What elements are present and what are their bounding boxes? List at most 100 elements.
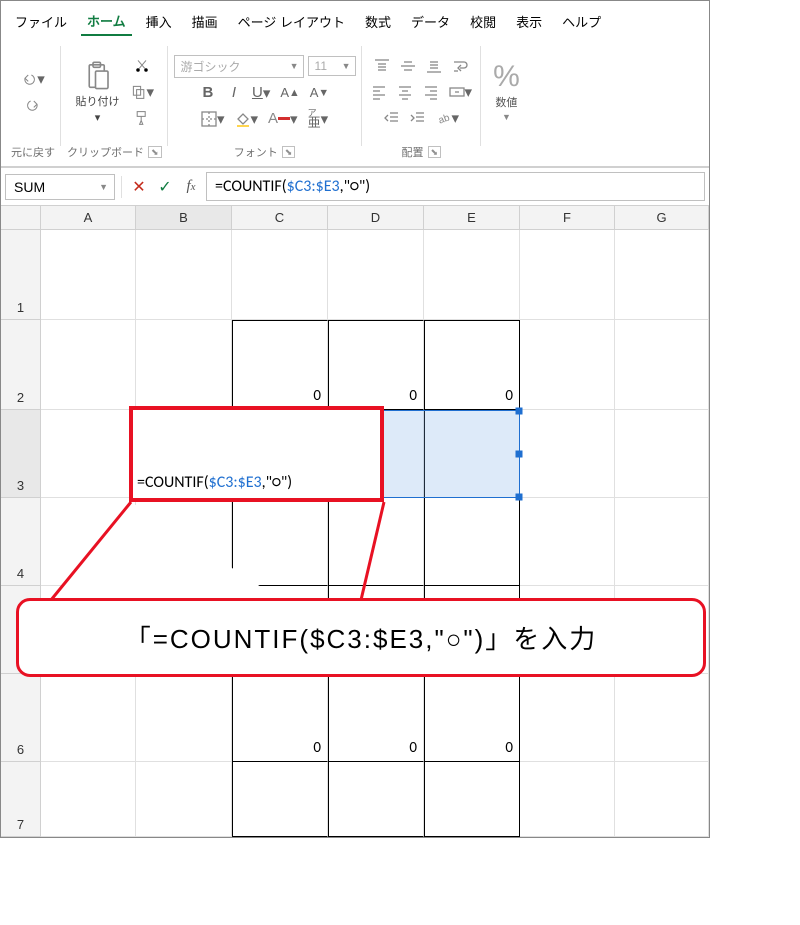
cell[interactable] — [41, 674, 136, 762]
borders-button[interactable]: ▾ — [198, 108, 228, 130]
cell[interactable] — [328, 762, 424, 837]
row-header[interactable]: 7 — [1, 762, 41, 837]
cell[interactable] — [615, 320, 709, 410]
cell[interactable] — [520, 230, 615, 320]
cell[interactable] — [520, 498, 615, 586]
font-name-select[interactable]: 游ゴシック▼ — [174, 55, 304, 78]
tab-file[interactable]: ファイル — [9, 8, 73, 35]
row-header[interactable]: 6 — [1, 674, 41, 762]
clipboard-launcher-icon[interactable]: ⬊ — [148, 146, 162, 158]
cell[interactable] — [615, 230, 709, 320]
alignment-launcher-icon[interactable]: ⬊ — [428, 146, 442, 158]
cell[interactable]: 0 — [424, 674, 520, 762]
cell[interactable] — [136, 230, 232, 320]
paste-button[interactable]: 貼り付け▾ — [72, 59, 124, 126]
row-header[interactable]: 1 — [1, 230, 41, 320]
cell[interactable] — [136, 498, 232, 586]
tab-draw[interactable]: 描画 — [186, 8, 224, 35]
col-header[interactable]: A — [41, 206, 136, 229]
align-bottom-button[interactable] — [423, 55, 445, 77]
cell[interactable] — [232, 498, 328, 586]
align-top-button[interactable] — [371, 55, 393, 77]
name-box[interactable]: SUM ▼ — [5, 174, 115, 200]
cell[interactable] — [328, 230, 424, 320]
formula-input[interactable]: =COUNTIF($C3:$E3,"○") — [206, 172, 705, 201]
align-middle-button[interactable] — [397, 55, 419, 77]
cell[interactable] — [615, 762, 709, 837]
cell[interactable] — [41, 230, 136, 320]
cell[interactable] — [424, 410, 520, 498]
select-all-corner[interactable] — [1, 206, 41, 230]
redo-button[interactable] — [22, 94, 44, 116]
accept-formula-button[interactable]: ✓ — [154, 176, 176, 198]
tab-formulas[interactable]: 数式 — [359, 8, 397, 35]
phonetic-button[interactable]: ア亜 ▾ — [305, 108, 332, 130]
cell[interactable]: 0 — [232, 674, 328, 762]
tab-insert[interactable]: 挿入 — [140, 8, 178, 35]
cell[interactable] — [41, 320, 136, 410]
cell[interactable]: 0 — [232, 320, 328, 410]
tab-review[interactable]: 校閲 — [464, 8, 502, 35]
cell[interactable]: 0 — [328, 320, 424, 410]
cell[interactable] — [328, 498, 424, 586]
cell[interactable]: 0 — [424, 320, 520, 410]
cell[interactable] — [232, 230, 328, 320]
cell[interactable] — [136, 320, 232, 410]
decrease-indent-button[interactable] — [381, 107, 403, 129]
tab-data[interactable]: データ — [405, 8, 456, 35]
cell[interactable] — [520, 762, 615, 837]
underline-button[interactable]: U ▾ — [249, 82, 273, 104]
italic-button[interactable]: I — [223, 82, 245, 104]
tab-home[interactable]: ホーム — [81, 7, 132, 36]
tab-layout[interactable]: ページ レイアウト — [232, 8, 351, 35]
align-right-button[interactable] — [420, 81, 442, 103]
cell[interactable] — [520, 674, 615, 762]
wrap-text-button[interactable] — [449, 55, 471, 77]
cell-edit-overlay[interactable]: =COUNTIF($C3:$E3,"○") — [129, 406, 384, 502]
number-format-button[interactable]: % 数値 ▼ — [487, 60, 526, 124]
cell[interactable] — [424, 762, 520, 837]
bold-button[interactable]: B — [197, 82, 219, 104]
tab-help[interactable]: ヘルプ — [556, 8, 607, 35]
decrease-font-button[interactable]: A▼ — [307, 82, 332, 104]
cell[interactable] — [520, 410, 615, 498]
worksheet[interactable]: A B C D E F G 1 2 3 4 5 6 7 — [1, 206, 709, 837]
font-color-button[interactable]: A ▾ — [265, 108, 301, 130]
cell[interactable] — [232, 762, 328, 837]
row-header[interactable]: 3 — [1, 410, 41, 498]
col-header[interactable]: F — [520, 206, 615, 229]
col-header[interactable]: B — [136, 206, 232, 229]
col-header[interactable]: D — [328, 206, 424, 229]
cell[interactable] — [520, 320, 615, 410]
fill-color-button[interactable]: ▾ — [232, 108, 262, 130]
cancel-formula-button[interactable]: ✕ — [128, 176, 150, 198]
align-left-button[interactable] — [368, 81, 390, 103]
cell[interactable] — [41, 410, 136, 498]
col-header[interactable]: C — [232, 206, 328, 229]
cell[interactable] — [615, 674, 709, 762]
orientation-button[interactable]: ab ▾ — [433, 107, 463, 129]
increase-indent-button[interactable] — [407, 107, 429, 129]
col-header[interactable]: G — [615, 206, 709, 229]
cells-area[interactable]: 0 0 0 — [41, 230, 709, 837]
cell[interactable] — [136, 762, 232, 837]
increase-font-button[interactable]: A▲ — [277, 82, 302, 104]
cell[interactable] — [424, 230, 520, 320]
align-center-button[interactable] — [394, 81, 416, 103]
cell[interactable] — [41, 762, 136, 837]
cell[interactable] — [615, 498, 709, 586]
font-launcher-icon[interactable]: ⬊ — [282, 146, 296, 158]
cell[interactable] — [615, 410, 709, 498]
cell[interactable] — [41, 498, 136, 586]
col-header[interactable]: E — [424, 206, 520, 229]
cell[interactable] — [136, 674, 232, 762]
cut-button[interactable] — [128, 55, 158, 77]
undo-button[interactable]: ▾ — [18, 68, 48, 90]
copy-button[interactable]: ▾ — [128, 81, 158, 103]
fx-icon[interactable]: fx — [180, 176, 202, 198]
cell[interactable] — [424, 498, 520, 586]
tab-view[interactable]: 表示 — [510, 8, 548, 35]
row-header[interactable]: 4 — [1, 498, 41, 586]
row-header[interactable]: 2 — [1, 320, 41, 410]
format-painter-button[interactable] — [128, 107, 158, 129]
